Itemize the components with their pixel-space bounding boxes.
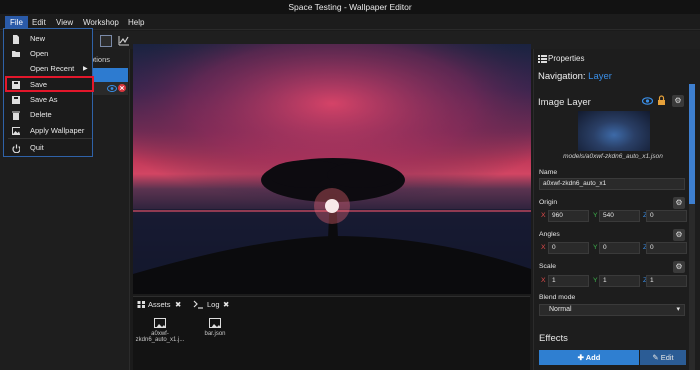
angles-x-input[interactable]: 0 <box>548 242 589 254</box>
edit-button-label: Edit <box>660 353 674 362</box>
scale-x-input[interactable]: 1 <box>548 275 589 287</box>
origin-y-input[interactable]: 540 <box>599 210 640 222</box>
blend-mode-select[interactable]: Normal ▾ <box>539 304 685 316</box>
add-effect-button[interactable]: ✚ Add <box>539 350 639 365</box>
save-highlight-box <box>5 76 94 92</box>
file-menu-item-save-as[interactable]: Save As <box>8 93 92 107</box>
model-preview-image <box>578 111 650 151</box>
file-menu-item-open-recent[interactable]: Open Recent ▶ <box>8 62 92 76</box>
tab-properties[interactable]: Properties <box>536 52 584 65</box>
file-menu-item-new[interactable]: New <box>8 32 92 46</box>
section-title-image-layer: Image Layer <box>538 97 591 108</box>
scale-y-axis-label: Y <box>593 277 598 284</box>
assets-icon <box>137 301 145 308</box>
scale-settings-gear-icon[interactable]: ⚙ <box>673 261 685 273</box>
selected-layer-row[interactable] <box>90 68 128 82</box>
title-bar: Space Testing - Wallpaper Editor <box>0 0 700 14</box>
asset-name: bar.json <box>204 331 226 337</box>
menu-bar: File Edit View Workshop Help <box>0 14 700 30</box>
origin-y-axis-label: Y <box>593 212 598 219</box>
visibility-eye-icon[interactable] <box>642 97 653 105</box>
origin-settings-gear-icon[interactable]: ⚙ <box>673 197 685 209</box>
save-as-icon <box>12 96 20 104</box>
file-menu-item-apply-wallpaper[interactable]: Apply Wallpaper <box>8 124 92 138</box>
scale-label: Scale <box>539 263 557 270</box>
angles-x-axis-label: X <box>541 244 546 251</box>
angles-label: Angles <box>539 231 560 238</box>
scrollbar-thumb[interactable] <box>689 84 695 204</box>
menu-help[interactable]: Help <box>123 16 149 29</box>
image-icon <box>12 127 20 135</box>
file-icon <box>13 35 19 44</box>
scale-y-input[interactable]: 1 <box>599 275 640 287</box>
layer-row[interactable] <box>90 82 128 95</box>
tab-assets-close-icon[interactable]: ✖ <box>175 298 181 311</box>
angles-y-axis-label: Y <box>593 244 598 251</box>
chart-icon[interactable] <box>118 35 130 46</box>
tab-log-close-icon[interactable]: ✖ <box>223 298 229 311</box>
file-menu-item-quit[interactable]: Quit <box>8 141 92 155</box>
asset-item[interactable]: a0xwf-zkdn6_auto_x1.j... <box>135 318 185 343</box>
tab-assets[interactable]: Assets <box>148 298 171 311</box>
blend-mode-label: Blend mode <box>539 294 576 301</box>
submenu-arrow-icon: ▶ <box>83 66 88 72</box>
scale-x-axis-label: X <box>541 277 546 284</box>
origin-label: Origin <box>539 199 558 206</box>
image-file-icon <box>154 318 166 328</box>
eye-icon[interactable] <box>107 85 117 92</box>
origin-z-input[interactable]: 0 <box>646 210 687 222</box>
window-title: Space Testing - Wallpaper Editor <box>288 2 412 12</box>
lock-icon[interactable] <box>657 95 666 106</box>
origin-x-axis-label: X <box>541 212 546 219</box>
scene-image <box>133 44 531 294</box>
navigation-breadcrumb: Navigation: Layer <box>538 71 612 82</box>
add-button-label: Add <box>585 353 601 362</box>
layer-settings-gear-icon[interactable]: ⚙ <box>672 95 684 107</box>
edit-icon: ✎ <box>652 353 661 362</box>
file-menu-item-open[interactable]: Open <box>8 47 92 61</box>
edit-effect-button[interactable]: ✎ Edit <box>640 350 686 365</box>
file-menu-item-delete[interactable]: Delete <box>8 108 92 122</box>
image-file-icon <box>209 318 221 328</box>
left-panel-tab-label[interactable]: ptions <box>90 55 110 64</box>
power-icon <box>12 144 20 153</box>
asset-item[interactable]: bar.json <box>190 318 240 337</box>
scale-z-input[interactable]: 1 <box>646 275 687 287</box>
trash-icon <box>12 111 20 120</box>
folder-open-icon <box>12 51 20 57</box>
plus-icon: ✚ <box>577 353 586 362</box>
effects-title: Effects <box>539 333 568 344</box>
navigation-label: Navigation: <box>538 71 586 82</box>
blend-mode-value: Normal <box>549 306 572 313</box>
name-input[interactable]: a0xwf-zkdn6_auto_x1 <box>539 178 685 190</box>
angles-y-input[interactable]: 0 <box>599 242 640 254</box>
model-path-caption: models/a0xwf-zkdn6_auto_x1.json <box>563 153 663 160</box>
file-menu-separator <box>8 138 92 139</box>
angles-z-input[interactable]: 0 <box>646 242 687 254</box>
delete-layer-icon[interactable] <box>118 84 126 92</box>
frame-toggle-button[interactable] <box>100 35 112 47</box>
name-label: Name <box>539 169 558 176</box>
origin-x-input[interactable]: 960 <box>548 210 589 222</box>
file-menu-dropdown: New Open Open Recent ▶ Save Save As Dele… <box>3 28 94 157</box>
properties-scrollbar[interactable] <box>689 84 695 370</box>
angles-settings-gear-icon[interactable]: ⚙ <box>673 229 685 241</box>
navigation-layer-link[interactable]: Layer <box>588 71 612 82</box>
tab-log[interactable]: Log <box>207 298 220 311</box>
terminal-icon <box>193 300 203 309</box>
scene-viewport[interactable] <box>133 44 531 294</box>
asset-name: a0xwf-zkdn6_auto_x1.j... <box>135 331 185 343</box>
chevron-down-icon: ▾ <box>676 306 680 313</box>
